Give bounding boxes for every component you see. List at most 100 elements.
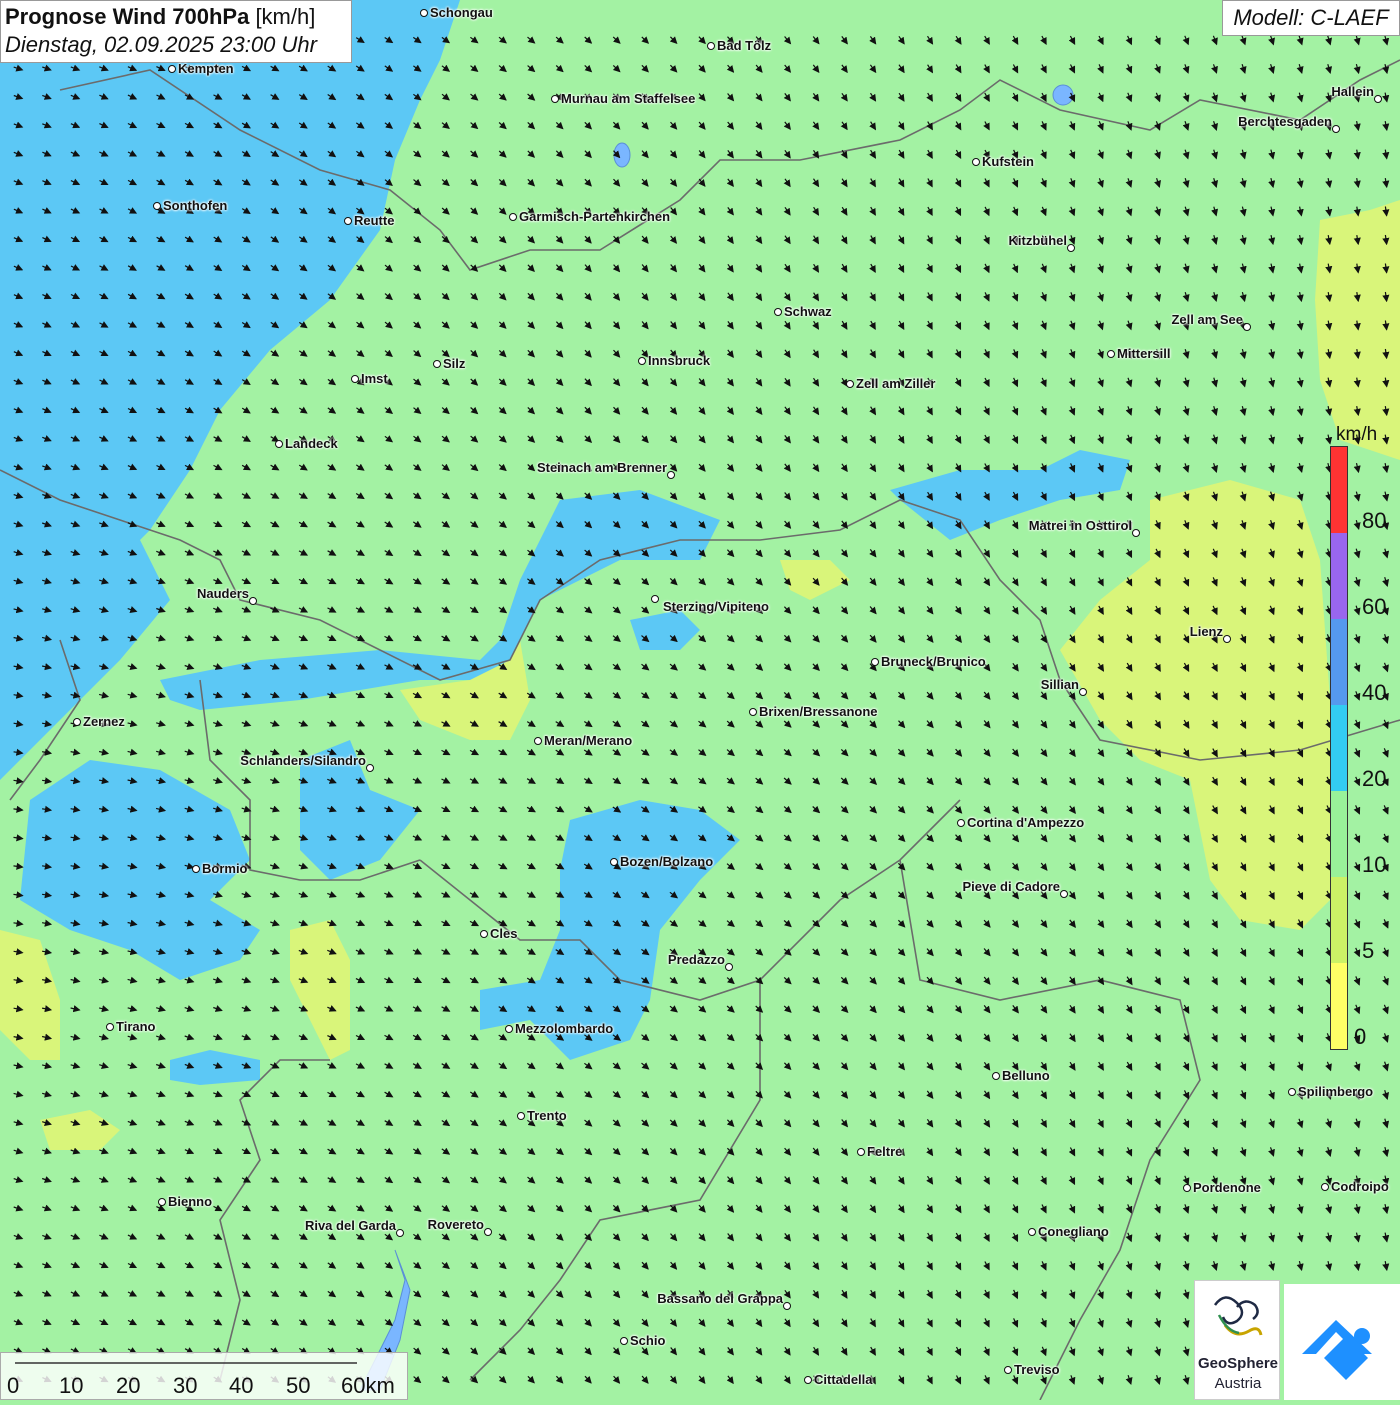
place-label: Garmisch-Partenkirchen xyxy=(519,209,671,224)
legend-label: 10 xyxy=(1362,852,1387,877)
place-marker xyxy=(1079,688,1087,696)
place-marker xyxy=(667,471,675,479)
place-label: Nauders xyxy=(196,586,249,601)
scale-label: 40 xyxy=(229,1373,254,1398)
place-marker xyxy=(1223,635,1231,643)
place-label: Zernez xyxy=(83,714,125,729)
legend-segment xyxy=(1331,533,1347,619)
legend-label: 40 xyxy=(1362,680,1387,705)
place-marker xyxy=(344,217,352,225)
place-label: Silz xyxy=(443,356,466,371)
place-label: Landeck xyxy=(285,436,338,451)
place-marker xyxy=(972,158,980,166)
place-label: Pieve di Cadore xyxy=(962,879,1060,894)
place-label: Schio xyxy=(630,1333,666,1348)
place-marker xyxy=(1332,125,1340,133)
place-label: Conegliano xyxy=(1038,1224,1109,1239)
place-marker xyxy=(158,1198,166,1206)
place-label: Murnau am Staffelsee xyxy=(561,91,696,106)
scale-label: 20 xyxy=(116,1373,141,1398)
place-label: Kufstein xyxy=(982,154,1034,169)
place-label: Cles xyxy=(490,926,518,941)
legend-segment xyxy=(1331,705,1347,791)
place-marker xyxy=(1183,1184,1191,1192)
place-marker xyxy=(480,930,488,938)
geosphere-country: Austria xyxy=(1214,1375,1262,1392)
place-marker xyxy=(707,42,715,50)
place-marker xyxy=(1060,890,1068,898)
place-marker xyxy=(275,440,283,448)
place-marker xyxy=(249,597,257,605)
scale-label: 10 xyxy=(59,1373,84,1398)
place-marker xyxy=(804,1376,812,1384)
legend-segment xyxy=(1331,447,1347,533)
place-marker xyxy=(1288,1088,1296,1096)
place-label: Hallein xyxy=(1331,84,1374,99)
scale-bar: 0 10 20 30 40 50 60km xyxy=(0,1352,408,1400)
place-marker xyxy=(517,1112,525,1120)
place-label: Sterzing/Vipiteno xyxy=(663,599,769,614)
forecast-datetime: Dienstag, 02.09.2025 23:00 Uhr xyxy=(5,32,317,57)
place-marker xyxy=(168,65,176,73)
place-label: Kitzbühel xyxy=(1008,233,1068,248)
scale-label: 0 xyxy=(7,1373,20,1398)
legend-segment xyxy=(1331,877,1347,963)
place-marker xyxy=(1004,1366,1012,1374)
model-label: Modell: C-LAEF xyxy=(1222,0,1400,36)
legend-label: 0 xyxy=(1354,1024,1367,1049)
geosphere-name: GeoSphere xyxy=(1197,1355,1279,1372)
place-marker xyxy=(957,819,965,827)
place-label: Reutte xyxy=(354,213,395,228)
place-marker xyxy=(433,360,441,368)
legend-label: 5 xyxy=(1362,938,1375,963)
place-marker xyxy=(1107,350,1115,358)
geosphere-logo: GeoSphere Austria xyxy=(1194,1280,1280,1400)
place-marker xyxy=(484,1228,492,1236)
place-marker xyxy=(551,95,559,103)
place-marker xyxy=(1028,1228,1036,1236)
place-marker xyxy=(509,213,517,221)
legend-segment xyxy=(1331,619,1347,705)
geosphere-logo-icon xyxy=(1213,1296,1263,1336)
map-title-unit: [km/h] xyxy=(255,4,316,29)
place-label: Belluno xyxy=(1002,1068,1050,1083)
place-label: Cortina d'Ampezzo xyxy=(967,815,1085,830)
legend-unit: km/h xyxy=(1336,424,1378,445)
place-label: Sonthofen xyxy=(163,198,228,213)
place-label: Mittersill xyxy=(1117,346,1171,361)
place-label: Schongau xyxy=(430,5,493,20)
place-label: Tirano xyxy=(116,1019,156,1034)
map-title: Prognose Wind 700hPa [km/h] xyxy=(5,4,351,30)
place-label: Imst xyxy=(361,371,388,386)
place-label: Mezzolombardo xyxy=(515,1021,614,1036)
place-marker xyxy=(774,308,782,316)
legend-segment xyxy=(1331,963,1347,1049)
place-marker xyxy=(1374,95,1382,103)
weather-app-logo-icon xyxy=(1302,1320,1372,1380)
place-label: Bozen/Bolzano xyxy=(620,854,714,869)
color-legend: km/h 0 5 10 20 40 60 80 xyxy=(1326,420,1392,1060)
place-marker xyxy=(1321,1183,1329,1191)
place-marker xyxy=(610,858,618,866)
place-marker xyxy=(857,1148,865,1156)
place-marker xyxy=(420,9,428,17)
place-label: Zell am See xyxy=(1171,312,1243,327)
place-marker xyxy=(396,1229,404,1237)
weather-app-logo xyxy=(1284,1284,1400,1400)
place-label: Brixen/Bressanone xyxy=(759,704,878,719)
place-label: Lienz xyxy=(1189,624,1223,639)
place-marker xyxy=(1243,323,1251,331)
place-marker xyxy=(106,1023,114,1031)
place-label: Matrei in Osttirol xyxy=(1028,518,1132,533)
place-label: Spilimbergo xyxy=(1298,1084,1374,1099)
place-marker xyxy=(1067,244,1075,252)
title-box: Prognose Wind 700hPa [km/h] Dienstag, 02… xyxy=(0,0,352,63)
place-marker xyxy=(534,737,542,745)
place-label: Bienno xyxy=(168,1194,213,1209)
scale-label: 50 xyxy=(286,1373,311,1398)
place-marker xyxy=(192,865,200,873)
place-label: Kempten xyxy=(178,61,234,76)
map-title-bold: Prognose Wind 700hPa xyxy=(5,4,250,29)
place-label: Pordenone xyxy=(1193,1180,1261,1195)
place-marker xyxy=(1132,529,1140,537)
